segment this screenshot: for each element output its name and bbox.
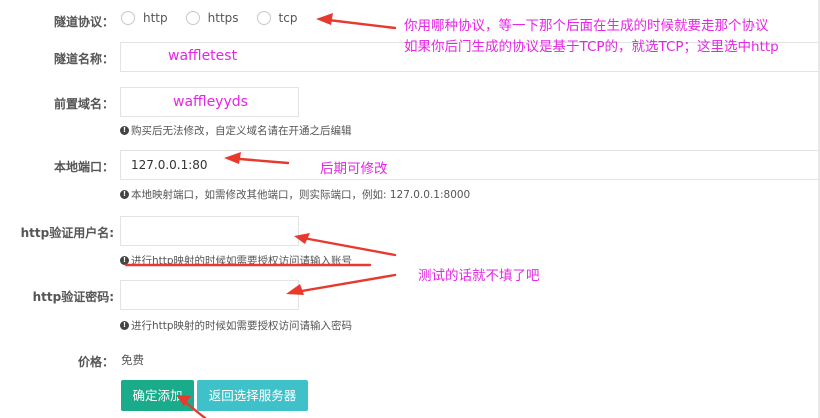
add-tunnel-form: 隧道协议： http https tcp 隧道名称： 前置域名： ! 购买后无法…: [0, 0, 820, 418]
arrow-to-http-user: [296, 235, 397, 257]
arrow-to-http-pass: [288, 273, 397, 295]
annotation-arrows: [124, 13, 397, 418]
